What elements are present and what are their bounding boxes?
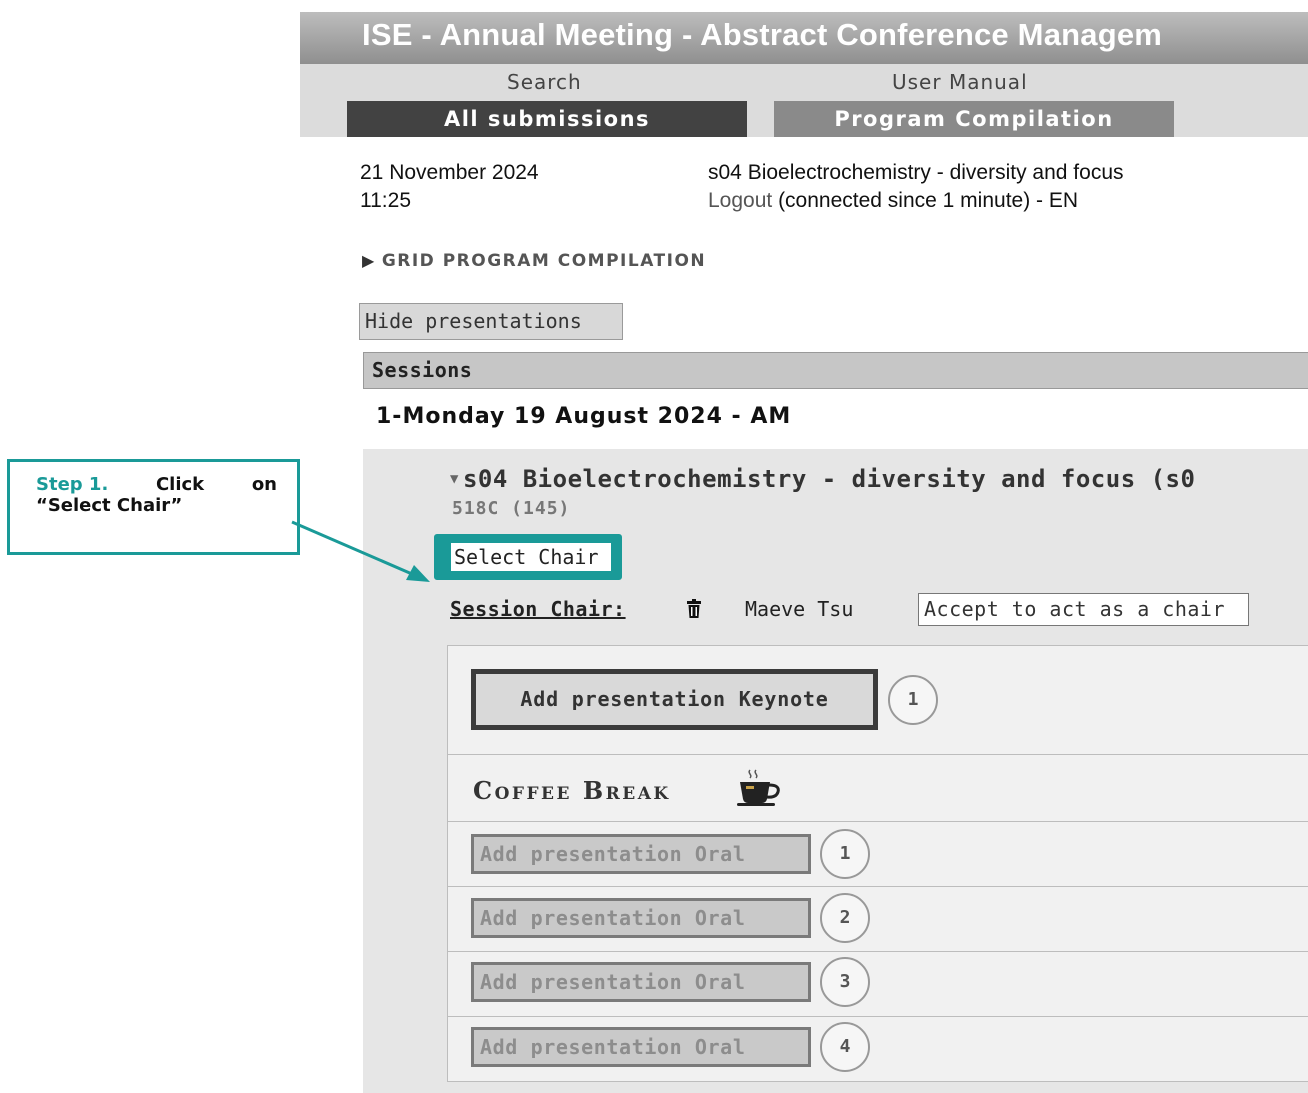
connection-status: Logout (connected since 1 minute) - EN — [708, 189, 1078, 213]
trash-icon[interactable] — [686, 599, 702, 619]
tab-all-submissions[interactable]: All submissions — [347, 101, 747, 137]
app-title: ISE - Annual Meeting - Abstract Conferen… — [362, 17, 1163, 52]
coffee-cup-icon — [737, 769, 780, 806]
oral-slot-number-1: 1 — [820, 829, 870, 879]
triangle-right-icon: ▶ — [362, 251, 376, 270]
step-number: Step 1. — [36, 474, 109, 495]
add-oral-button-1[interactable]: Add presentation Oral — [471, 834, 811, 874]
session-title-text: s04 Bioelectrochemistry - diversity and … — [462, 465, 1196, 493]
session-chair-label: Session Chair: — [450, 597, 626, 621]
session-chair-name: Maeve Tsu — [745, 597, 854, 621]
step-word-click: Click — [155, 474, 205, 495]
session-title[interactable]: ▼ s04 Bioelectrochemistry - diversity and… — [450, 465, 1195, 493]
grid-program-compilation-toggle[interactable]: ▶ GRID PROGRAM COMPILATION — [362, 251, 706, 271]
hide-presentations-button[interactable]: Hide presentations — [359, 303, 623, 340]
day-heading: 1-Monday 19 August 2024 - AM — [376, 404, 792, 429]
oral-slot-number-4: 4 — [820, 1022, 870, 1072]
select-chair-button[interactable]: Select Chair — [451, 543, 611, 571]
current-session-name: s04 Bioelectrochemistry - diversity and … — [708, 161, 1124, 184]
step-target: “Select Chair” — [36, 495, 183, 516]
add-oral-button-2[interactable]: Add presentation Oral — [471, 898, 811, 938]
keynote-slot-number: 1 — [888, 675, 938, 725]
session-room: 518C (145) — [452, 498, 571, 519]
add-oral-button-3[interactable]: Add presentation Oral — [471, 962, 811, 1002]
current-date: 21 November 2024 — [360, 161, 539, 184]
sessions-header: Sessions — [363, 352, 1308, 389]
grid-heading-label: GRID PROGRAM COMPILATION — [381, 251, 707, 271]
step-word-on: on — [251, 474, 277, 495]
tab-program-compilation[interactable]: Program Compilation — [774, 101, 1174, 137]
user-manual-link[interactable]: User Manual — [892, 70, 1028, 94]
search-link[interactable]: Search — [507, 70, 582, 94]
arrow-icon — [291, 520, 430, 582]
page: ISE - Annual Meeting - Abstract Conferen… — [0, 0, 1308, 1093]
app-title-bar: ISE - Annual Meeting - Abstract Conferen… — [300, 12, 1308, 64]
oral-slot-number-3: 3 — [820, 957, 870, 1007]
nav-band: Search User Manual All submissions Progr… — [300, 64, 1308, 137]
add-keynote-button[interactable]: Add presentation Keynote — [471, 669, 878, 730]
step-annotation-box: Step 1. Click on “Select Chair” — [7, 459, 300, 555]
add-oral-button-4[interactable]: Add presentation Oral — [471, 1027, 811, 1067]
oral-slot-number-2: 2 — [820, 893, 870, 943]
accept-chair-button[interactable]: Accept to act as a chair — [918, 593, 1249, 626]
current-time: 11:25 — [360, 189, 411, 212]
coffee-break-label: Coffee Break — [473, 776, 671, 805]
connection-text: (connected since 1 minute) - EN — [772, 189, 1079, 212]
logout-link[interactable]: Logout — [708, 189, 772, 212]
chevron-down-icon[interactable]: ▼ — [450, 471, 459, 487]
